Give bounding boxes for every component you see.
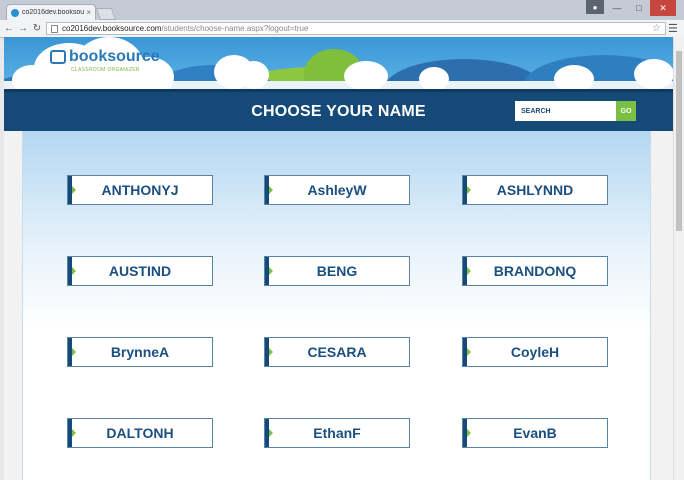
browser-tab[interactable]: co2016dev.booksource.com × — [6, 4, 96, 20]
student-button-ashlynnd[interactable]: ASHLYNND — [462, 175, 608, 205]
button-accent-bar — [265, 176, 273, 204]
cloud-shape — [344, 61, 388, 89]
button-accent-bar — [265, 257, 273, 285]
new-tab-button[interactable] — [95, 8, 117, 20]
maximize-icon[interactable]: □ — [628, 0, 650, 16]
cloud-shape — [419, 67, 449, 89]
browser-chrome: co2016dev.booksource.com × ● — □ ✕ ← → ↻… — [0, 0, 684, 38]
tab-title: co2016dev.booksource.com — [22, 9, 85, 16]
back-arrow-icon[interactable]: ← — [3, 21, 15, 35]
logo-wordmark: booksource — [69, 48, 160, 65]
button-accent-bar — [265, 338, 273, 366]
browser-toolbar: ← → ↻ co2016dev.booksource.com/students/… — [0, 20, 684, 38]
cloud-shape — [12, 65, 52, 89]
bookmark-star-icon[interactable]: ☆ — [652, 23, 661, 34]
booksource-logo[interactable]: booksource — [50, 49, 160, 65]
student-name: BrynneA — [110, 344, 170, 360]
student-button-beng[interactable]: BENG — [264, 256, 410, 286]
page-viewport: booksource CLASSROOM ORGANIZER CHOOSE YO… — [4, 37, 673, 480]
button-accent-bar — [463, 176, 471, 204]
logo-tagline: CLASSROOM ORGANIZER — [71, 67, 140, 73]
button-accent-bar — [463, 257, 471, 285]
cloud-shape — [634, 59, 673, 89]
student-button-daltonh[interactable]: DALTONH — [67, 418, 213, 448]
book-icon — [50, 50, 66, 64]
window-close-icon[interactable]: ✕ — [650, 0, 676, 16]
page-icon — [51, 24, 58, 33]
student-button-ethanf[interactable]: EthanF — [264, 418, 410, 448]
browser-menu-icon[interactable]: ☰ — [668, 22, 678, 35]
button-accent-bar — [265, 419, 273, 447]
button-accent-bar — [68, 257, 76, 285]
button-accent-bar — [463, 419, 471, 447]
student-name: AshleyW — [307, 182, 367, 198]
button-accent-bar — [463, 338, 471, 366]
page-header: CHOOSE YOUR NAME GO — [4, 89, 673, 131]
scrollbar-thumb[interactable] — [676, 51, 682, 231]
url-text: co2016dev.booksource.com/students/choose… — [62, 24, 652, 33]
button-accent-bar — [68, 338, 76, 366]
button-accent-bar — [68, 176, 76, 204]
user-profile-icon[interactable]: ● — [586, 0, 604, 14]
student-name: CESARA — [307, 344, 367, 360]
page-scrollbar[interactable] — [673, 37, 684, 480]
cloud-shape — [239, 61, 269, 89]
student-name: ANTHONYJ — [101, 182, 179, 198]
student-button-austind[interactable]: AUSTIND — [67, 256, 213, 286]
tab-close-icon[interactable]: × — [86, 8, 91, 17]
url-host: co2016dev.booksource.com — [62, 24, 162, 33]
url-path: /students/choose-name.aspx?logout=true — [161, 24, 309, 33]
forward-arrow-icon[interactable]: → — [17, 21, 29, 35]
student-button-brynnea[interactable]: BrynneA — [67, 337, 213, 367]
address-bar[interactable]: co2016dev.booksource.com/students/choose… — [46, 22, 666, 35]
student-name: BRANDONQ — [493, 263, 577, 279]
student-name: EthanF — [313, 425, 361, 441]
search-input[interactable] — [515, 101, 616, 121]
student-name: DALTONH — [106, 425, 174, 441]
student-button-coyleh[interactable]: CoyleH — [462, 337, 608, 367]
student-name: AUSTIND — [108, 263, 172, 279]
student-button-cesara[interactable]: CESARA — [264, 337, 410, 367]
student-grid: ANTHONYJ AshleyW ASHLYNND AUSTIND BENG B… — [22, 131, 651, 480]
student-button-evanb[interactable]: EvanB — [462, 418, 608, 448]
minimize-icon[interactable]: — — [606, 0, 628, 16]
window-controls: — □ ✕ — [606, 0, 676, 16]
student-button-ashleyw[interactable]: AshleyW — [264, 175, 410, 205]
go-button[interactable]: GO — [616, 101, 636, 121]
student-name: EvanB — [513, 425, 557, 441]
student-name: BENG — [316, 263, 358, 279]
reload-icon[interactable]: ↻ — [31, 21, 43, 35]
student-name: CoyleH — [510, 344, 560, 360]
student-name: ASHLYNND — [496, 182, 574, 198]
button-accent-bar — [68, 419, 76, 447]
cloud-shape — [554, 65, 594, 89]
tab-strip: co2016dev.booksource.com × ● — □ ✕ — [0, 0, 684, 20]
student-button-anthonyj[interactable]: ANTHONYJ — [67, 175, 213, 205]
banner: booksource CLASSROOM ORGANIZER — [4, 37, 673, 89]
favicon-icon — [11, 8, 19, 17]
student-button-brandonq[interactable]: BRANDONQ — [462, 256, 608, 286]
